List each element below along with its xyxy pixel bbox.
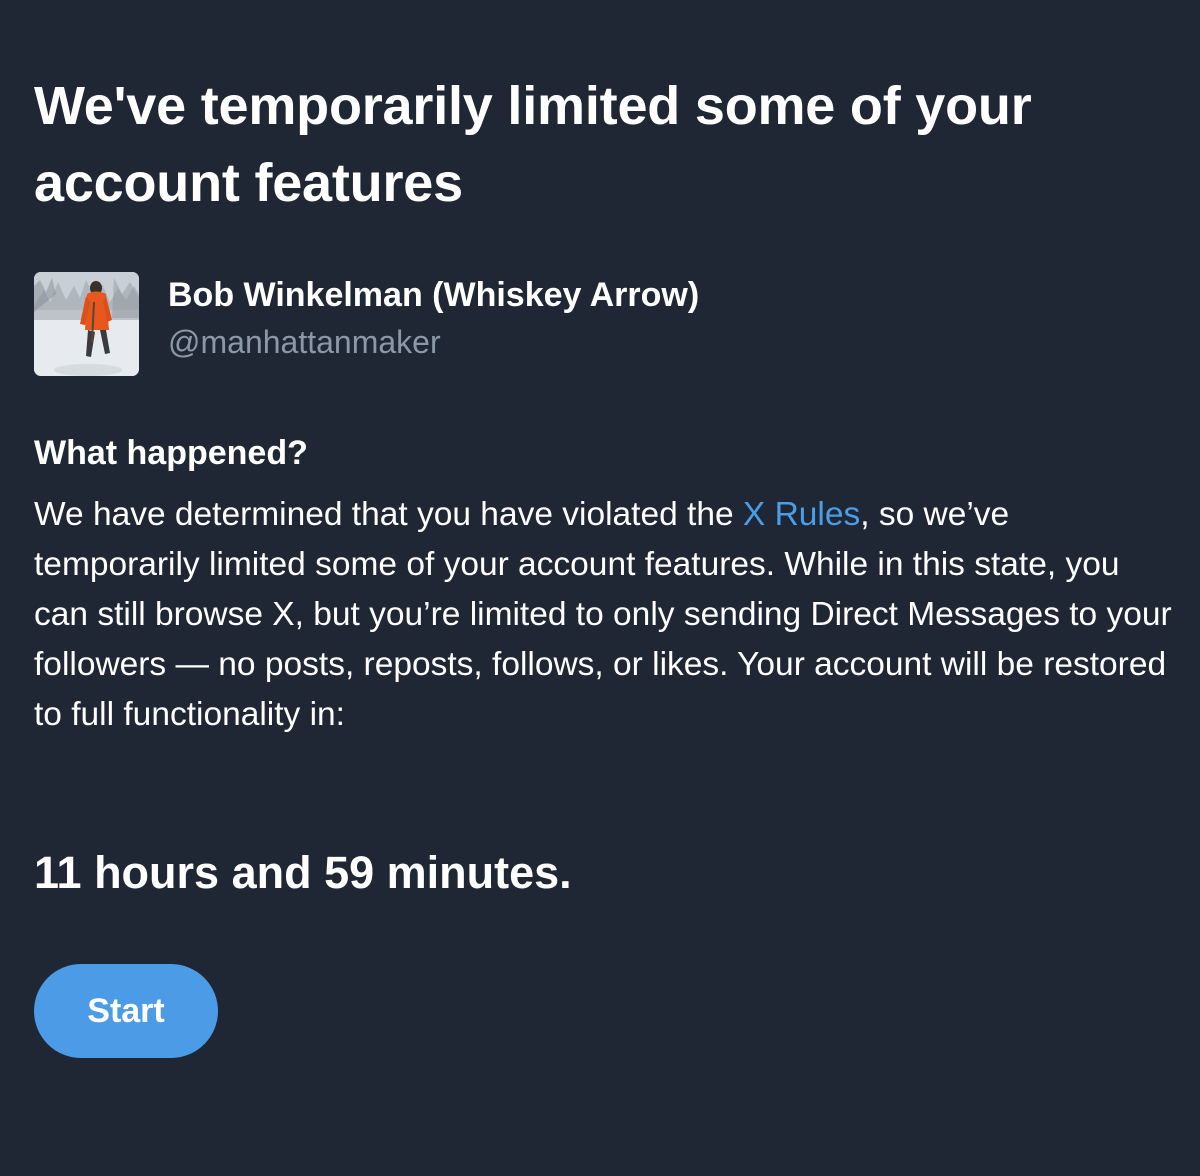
username-handle: @manhattanmaker bbox=[168, 324, 441, 360]
explanation-text-start: We have determined that you have violate… bbox=[34, 496, 743, 533]
display-name: Bob Winkelman (Whiskey Arrow) bbox=[168, 276, 700, 314]
restriction-countdown: 11 hours and 59 minutes. bbox=[34, 847, 572, 898]
profile-photo-icon bbox=[34, 272, 139, 376]
start-button[interactable]: Start bbox=[34, 964, 218, 1058]
account-profile: Bob Winkelman (Whiskey Arrow) @manhattan… bbox=[34, 272, 1034, 376]
avatar bbox=[34, 272, 139, 376]
what-happened-heading: What happened? bbox=[34, 434, 308, 472]
page-title: We've temporarily limited some of your a… bbox=[34, 76, 1032, 213]
x-rules-link[interactable]: X Rules bbox=[743, 496, 860, 533]
violation-explanation: We have determined that you have violate… bbox=[34, 490, 1174, 740]
